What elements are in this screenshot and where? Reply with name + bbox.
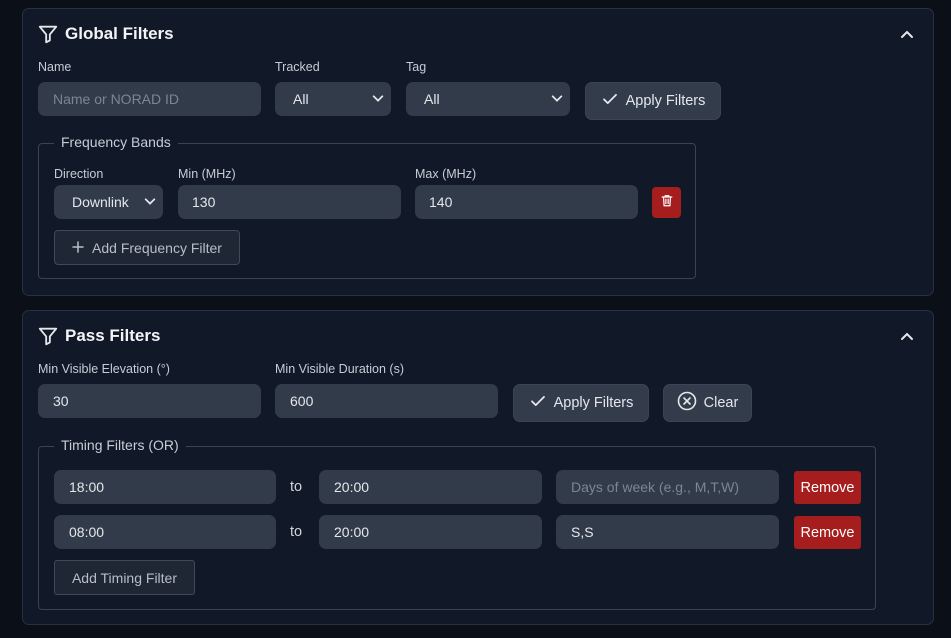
apply-filters-button[interactable]: Apply Filters [585,82,721,120]
check-icon [601,90,619,112]
max-mhz-input[interactable]: 140 [415,185,638,219]
chevron-down-icon [550,91,564,108]
name-label: Name [38,60,72,74]
tag-select[interactable]: All [406,82,570,116]
timing-start-input[interactable]: 08:00 [54,515,276,549]
delete-frequency-button[interactable] [652,187,681,218]
global-filters-panel: Global Filters Name Name or NORAD ID Tra… [22,8,934,296]
tracked-label: Tracked [275,60,320,74]
plus-icon [72,240,84,256]
min-duration-label: Min Visible Duration (s) [275,362,404,376]
min-elevation-input[interactable]: 30 [38,384,261,418]
tag-value: All [424,91,440,107]
direction-label: Direction [54,167,104,181]
pass-filters-panel: Pass Filters Min Visible Elevation (°) 3… [22,310,934,625]
pass-filters-header[interactable]: Pass Filters [37,325,160,347]
timing-filters-legend: Timing Filters (OR) [54,437,186,453]
timing-end-input[interactable]: 20:00 [319,470,542,504]
timing-end-input[interactable]: 20:00 [319,515,542,549]
trash-icon [660,193,674,212]
tracked-select[interactable]: All [275,82,391,116]
clear-button[interactable]: Clear [663,384,752,422]
chevron-down-icon [143,194,157,211]
add-frequency-filter-button[interactable]: Add Frequency Filter [54,230,240,265]
days-of-week-input[interactable]: S,S [556,515,779,549]
min-mhz-input[interactable]: 130 [178,185,401,219]
close-circle-icon [677,391,697,415]
min-elevation-label: Min Visible Elevation (°) [38,362,170,376]
filter-icon [37,23,59,45]
to-label: to [290,479,303,495]
to-label: to [290,524,303,540]
frequency-bands-legend: Frequency Bands [54,134,178,150]
filter-icon [37,325,59,347]
days-of-week-input[interactable]: Days of week (e.g., M,T,W) [556,470,779,504]
add-frequency-filter-label: Add Frequency Filter [92,239,222,256]
pass-filters-title: Pass Filters [65,326,161,345]
frequency-bands-fieldset: Frequency Bands Direction Downlink Min (… [38,134,696,279]
tag-label: Tag [406,60,427,74]
tracked-value: All [293,91,309,107]
chevron-down-icon [371,91,385,108]
timing-filters-fieldset: Timing Filters (OR) 18:00 to 20:00 Days … [38,437,876,610]
min-mhz-label: Min (MHz) [178,167,236,181]
name-input[interactable]: Name or NORAD ID [38,82,261,116]
add-timing-filter-button[interactable]: Add Timing Filter [54,560,195,595]
direction-select[interactable]: Downlink [54,185,163,219]
global-filters-header[interactable]: Global Filters [37,23,174,45]
apply-pass-filters-label: Apply Filters [553,395,634,411]
global-filters-title: Global Filters [65,24,174,43]
direction-value: Downlink [72,194,129,210]
apply-pass-filters-button[interactable]: Apply Filters [513,384,649,422]
apply-filters-label: Apply Filters [625,93,706,109]
min-duration-input[interactable]: 600 [275,384,498,418]
remove-timing-button[interactable]: Remove [794,516,861,549]
clear-label: Clear [703,395,739,411]
remove-timing-button[interactable]: Remove [794,471,861,504]
timing-start-input[interactable]: 18:00 [54,470,276,504]
chevron-up-icon[interactable] [899,328,915,349]
chevron-up-icon[interactable] [899,26,915,47]
check-icon [529,392,547,414]
max-mhz-label: Max (MHz) [415,167,477,181]
